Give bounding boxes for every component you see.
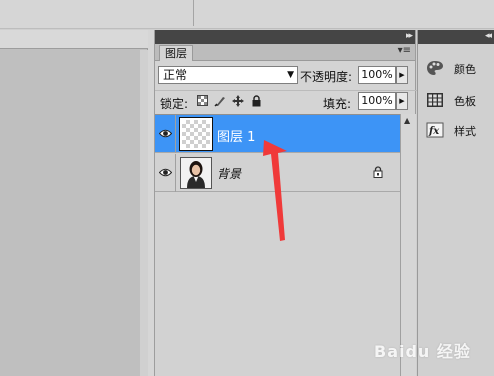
layer-thumbnail-transparent[interactable] (179, 117, 213, 151)
document-canvas-area[interactable] (0, 30, 148, 376)
panel-collapse-bar[interactable]: ▸▸ (155, 30, 415, 44)
panel-menu-icon[interactable]: ▾≡ (398, 45, 411, 56)
toolbar-divider (193, 0, 194, 26)
expand-dock-icon[interactable]: ◂◂ (485, 31, 492, 41)
lock-label: 锁定: (160, 97, 189, 111)
watermark: Baidu 经验 (374, 330, 492, 370)
dock-item-swatches[interactable]: 色板 (422, 88, 492, 112)
scroll-up-arrow-icon[interactable]: ▲ (404, 116, 410, 125)
visibility-toggle[interactable] (155, 154, 176, 192)
fill-label: 填充: (323, 97, 352, 111)
watermark-text: Baidu 经验 (374, 342, 471, 361)
eye-icon[interactable] (159, 127, 172, 140)
collapsed-panel-dock: ◂◂ 颜色 色板 fx 样式 (417, 30, 494, 376)
svg-text:fx: fx (428, 126, 440, 137)
color-palette-icon (427, 61, 443, 75)
visibility-toggle[interactable] (155, 115, 176, 153)
lock-transparency-icon[interactable] (196, 95, 208, 107)
dock-label: 色板 (454, 95, 476, 108)
layer-thumbnail-portrait[interactable] (180, 157, 212, 189)
lock-row: 锁定: 填充: 100% ▶ (155, 90, 417, 112)
blend-mode-select[interactable]: 正常 ▼ (158, 66, 298, 84)
opacity-slider-arrow-icon[interactable]: ▶ (396, 66, 408, 84)
layer-name[interactable]: 图层 1 (217, 126, 255, 145)
opacity-input[interactable]: 100% (358, 66, 396, 84)
options-bar (0, 0, 494, 29)
blend-mode-value: 正常 (163, 68, 188, 82)
document-canvas[interactable] (0, 50, 140, 376)
styles-fx-icon: fx (426, 122, 444, 138)
collapse-panel-icon[interactable]: ▸▸ (406, 31, 413, 41)
dock-label: 颜色 (454, 63, 476, 76)
opacity-label: 不透明度: (300, 70, 353, 84)
layer-row-layer1[interactable]: 图层 1 (155, 115, 400, 153)
swatches-grid-icon (427, 93, 443, 107)
blend-row: 正常 ▼ 不透明度: 100% ▶ (155, 64, 417, 86)
layers-panel: ▸▸ 图层 ▾≡ 正常 ▼ 不透明度: 100% ▶ 锁定: 填充: 100% … (154, 30, 417, 376)
layer-row-background[interactable]: 背景 (155, 154, 400, 192)
panel-tab-row: 图层 ▾≡ (155, 44, 415, 61)
chevron-down-icon: ▼ (287, 70, 294, 80)
dock-item-styles[interactable]: fx 样式 (422, 118, 492, 142)
lock-all-icon[interactable] (250, 95, 262, 107)
tab-layers[interactable]: 图层 (159, 45, 193, 61)
fill-slider-arrow-icon[interactable]: ▶ (396, 92, 408, 110)
dock-label: 样式 (454, 125, 476, 138)
eye-icon[interactable] (159, 166, 172, 179)
fill-input[interactable]: 100% (358, 92, 396, 110)
lock-position-move-icon[interactable] (232, 95, 244, 107)
canvas-vertical-scrollbar[interactable] (140, 50, 148, 376)
layer-name[interactable]: 背景 (217, 165, 241, 182)
lock-image-pixels-brush-icon[interactable] (214, 95, 226, 107)
dock-collapse-bar[interactable]: ◂◂ (418, 30, 494, 44)
layers-list: 图层 1 背景 (155, 114, 400, 376)
layer-lock-icon (373, 166, 385, 179)
dock-item-color[interactable]: 颜色 (422, 56, 492, 80)
document-tab-strip[interactable] (0, 30, 148, 49)
